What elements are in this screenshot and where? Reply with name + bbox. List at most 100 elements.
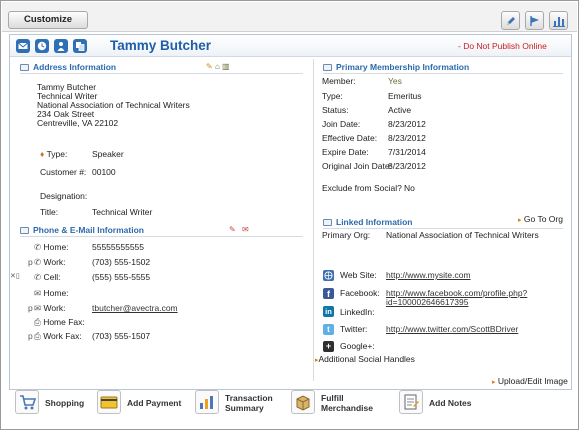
shopping-action[interactable]: Shopping: [15, 390, 95, 416]
copy-button[interactable]: [73, 39, 87, 53]
effective-date-label: Effective Date:: [322, 133, 378, 143]
home-phone-label: ✆ Home:: [34, 242, 69, 252]
primary-org-label: Primary Org:: [322, 230, 371, 240]
status-label: Status:: [322, 105, 349, 115]
clock-icon: [37, 41, 47, 51]
work-phone-value: (703) 555-1502: [92, 257, 151, 267]
home-phone-value: 55555555555: [92, 242, 145, 252]
section-icon: [323, 219, 332, 226]
work-fax-label: ⎙ Work Fax:: [34, 331, 82, 341]
website-label: Web Site:: [340, 270, 377, 280]
section-icon: [20, 227, 29, 234]
home-icon[interactable]: ⌂: [215, 62, 220, 71]
envelope-icon: [18, 42, 28, 49]
profile-card: Tammy Butcher - Do Not Publish Online Ad…: [9, 34, 572, 390]
member-label: Member:: [322, 76, 356, 86]
mail-edit-icon[interactable]: ✉: [242, 225, 249, 234]
twitter-link[interactable]: http://www.twitter.com/ScottBDriver: [386, 324, 518, 334]
fulfill-merchandise-label: Fulfill Merchandise: [321, 393, 373, 413]
title-value: Technical Writer: [92, 207, 153, 217]
column-divider: [313, 59, 314, 381]
history-button[interactable]: [35, 39, 49, 53]
google-plus-icon: +: [323, 341, 334, 352]
action-bar: Shopping Add Payment Transaction Summary …: [2, 385, 577, 429]
original-join-value: 8/23/2012: [388, 161, 426, 171]
effective-date-value: 8/23/2012: [388, 133, 426, 143]
profile-header: Tammy Butcher - Do Not Publish Online: [10, 35, 571, 57]
primary-org-value: National Association of Technical Writer…: [386, 230, 539, 240]
phone-row-prefix: p: [28, 257, 33, 267]
customer-value: 00100: [92, 167, 116, 177]
phone-icon: ✆: [34, 257, 42, 267]
fax-icon: ⎙: [34, 317, 41, 327]
add-payment-label: Add Payment: [127, 398, 182, 408]
flag-button[interactable]: [525, 11, 544, 30]
globe-icon: [323, 270, 334, 281]
bar-chart-icon: [553, 17, 565, 27]
phone-edit-icon[interactable]: ✎: [229, 225, 236, 234]
fulfill-merchandise-action[interactable]: Fulfill Merchandise: [291, 390, 381, 416]
shopping-label: Shopping: [45, 398, 85, 408]
address-section-title: Address Information: [20, 62, 116, 72]
type-value: Speaker: [92, 149, 124, 159]
phone-section-title: Phone & E-Mail Information: [20, 225, 144, 235]
reports-button[interactable]: [549, 11, 568, 30]
facebook-label: Facebook:: [340, 288, 380, 298]
person-button[interactable]: [54, 39, 68, 53]
add-payment-action[interactable]: Add Payment: [97, 390, 187, 416]
work-fax-value: (703) 555-1507: [92, 331, 151, 341]
do-not-publish-notice: - Do Not Publish Online: [458, 41, 547, 51]
customize-button[interactable]: Customize: [8, 11, 88, 29]
home-email-label: ✉ Home:: [34, 288, 69, 298]
top-toolbar: Customize: [2, 2, 577, 32]
address-edit-icon[interactable]: ✎: [206, 62, 213, 71]
bar-chart-icon: [195, 390, 219, 414]
facebook-link-id[interactable]: id=100002646617395: [386, 297, 469, 307]
transaction-summary-label: Transaction Summary: [225, 393, 273, 413]
phone-tools[interactable]: ✎ ✉: [229, 225, 249, 234]
membership-section-title: Primary Membership Information: [323, 62, 469, 72]
building-icon[interactable]: ▥: [222, 62, 230, 71]
edit-button[interactable]: [501, 11, 520, 30]
member-type-label: Type:: [322, 91, 343, 101]
exclude-social-value: No: [404, 183, 415, 193]
website-link[interactable]: http://www.mysite.com: [386, 270, 471, 280]
address-underline: [20, 73, 303, 74]
customer-label: Customer #:: [40, 167, 87, 177]
cell-phone-value: (555) 555-5555: [92, 272, 151, 282]
linkedin-icon: in: [323, 306, 334, 317]
window-frame: Customize Tammy Butcher - Do Not Publish…: [0, 0, 579, 430]
go-to-org-link[interactable]: ▸ Go To Org: [518, 214, 563, 224]
additional-social-link[interactable]: ▸Additional Social Handles: [315, 354, 415, 364]
box-icon: [291, 390, 315, 414]
transaction-summary-action[interactable]: Transaction Summary: [195, 390, 285, 416]
add-notes-action[interactable]: Add Notes: [399, 390, 489, 416]
flag-icon: [530, 16, 539, 26]
designation-label: Designation:: [40, 191, 88, 201]
profile-name: Tammy Butcher: [110, 38, 212, 53]
phone-underline: [20, 236, 303, 237]
email-button[interactable]: [16, 39, 30, 53]
section-icon: [20, 64, 29, 71]
membership-underline: [323, 73, 563, 74]
cell-flag-icon: ✕▯: [10, 273, 20, 280]
cell-phone-label: ✆ Cell:: [34, 272, 61, 282]
address-tools[interactable]: ✎ ⌂ ▥: [206, 62, 230, 71]
email-icon: ✉: [34, 288, 42, 298]
google-plus-label: Google+:: [340, 341, 375, 351]
exclude-social-label: Exclude from Social?: [322, 183, 402, 193]
facebook-icon: f: [323, 288, 334, 299]
add-notes-label: Add Notes: [429, 398, 472, 408]
person-icon: [57, 42, 65, 51]
email-icon: ✉: [34, 303, 42, 313]
status-value: Active: [388, 105, 412, 115]
linkedin-label: LinkedIn:: [340, 307, 375, 317]
twitter-label: Twitter:: [340, 324, 368, 334]
linked-section-title: Linked Information: [323, 217, 413, 227]
credit-card-icon: [97, 390, 121, 414]
work-email-link[interactable]: tbutcher@avectra.com: [92, 303, 178, 313]
phone-icon: ✆: [34, 242, 42, 252]
join-date-label: Join Date:: [322, 119, 361, 129]
address-line-city: Centreville, VA 22102: [37, 118, 119, 128]
section-icon: [323, 64, 332, 71]
